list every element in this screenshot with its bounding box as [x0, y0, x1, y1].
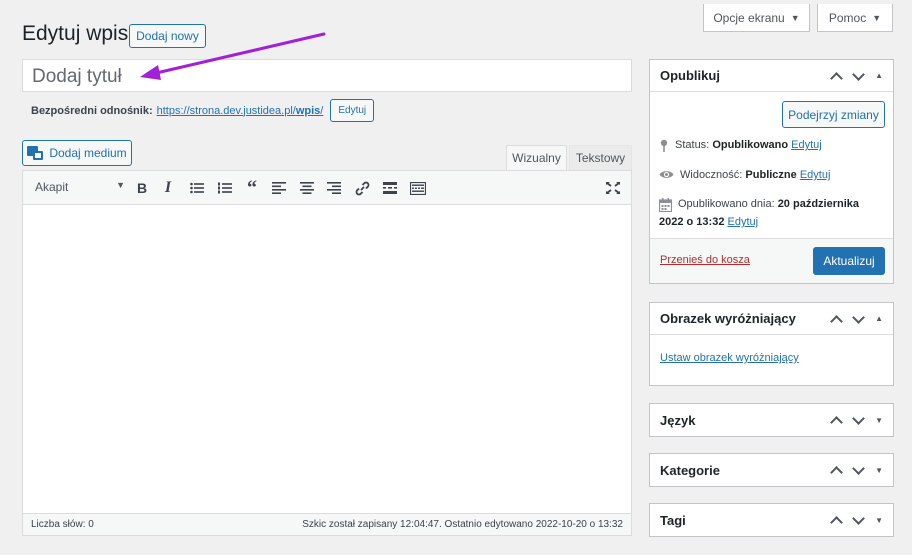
move-up-icon[interactable] [831, 314, 841, 324]
permalink-edit-button[interactable]: Edytuj [330, 99, 375, 122]
help-button[interactable]: Pomoc ▼ [817, 4, 893, 32]
move-up-icon[interactable] [831, 465, 841, 475]
read-more-icon[interactable] [381, 179, 399, 197]
page-title: Edytuj wpis [22, 22, 129, 45]
add-media-label: Dodaj medium [49, 146, 127, 160]
bold-icon[interactable]: B [133, 179, 151, 197]
format-select[interactable]: Akapit ▼ [35, 180, 125, 194]
tags-box-header[interactable]: Tagi ▼ [650, 504, 893, 536]
categories-box-header[interactable]: Kategorie ▼ [650, 454, 893, 486]
featured-image-box-header[interactable]: Obrazek wyróżniający ▲ [650, 303, 893, 335]
move-up-icon[interactable] [831, 71, 841, 81]
update-button[interactable]: Aktualizuj [813, 247, 885, 275]
editor: Akapit ▼ B I “ Liczba słów: 0 Szkic zost… [22, 170, 632, 536]
featured-image-box-title: Obrazek wyróżniający [660, 311, 796, 326]
permalink-row: Bezpośredni odnośnik: https://strona.dev… [31, 99, 375, 122]
status-edit-link[interactable]: Edytuj [791, 139, 822, 151]
publish-box-title: Opublikuj [660, 68, 720, 83]
expand-toggle-icon[interactable]: ▼ [875, 416, 883, 425]
editor-statusbar: Liczba słów: 0 Szkic został zapisany 12:… [23, 513, 631, 535]
move-down-icon[interactable] [853, 465, 863, 475]
visibility-value: Publiczne [745, 169, 797, 181]
move-to-trash-link[interactable]: Przenieś do kosza [660, 254, 750, 266]
move-down-icon[interactable] [853, 314, 863, 324]
autosave-status: Szkic został zapisany 12:04:47. Ostatnio… [302, 519, 623, 530]
align-center-icon[interactable] [298, 179, 316, 197]
publish-box-header[interactable]: Opublikuj ▲ [650, 60, 893, 92]
move-down-icon[interactable] [853, 515, 863, 525]
published-row: Opublikowano dnia: 20 października [658, 198, 889, 215]
published-label: Opublikowano dnia: [678, 198, 775, 210]
move-down-icon[interactable] [853, 415, 863, 425]
numbered-list-icon[interactable] [216, 179, 234, 197]
move-up-icon[interactable] [831, 415, 841, 425]
screen-options-label: Opcje ekranu [713, 10, 785, 25]
permalink-label: Bezpośredni odnośnik: [31, 104, 153, 117]
collapse-toggle-icon[interactable]: ▲ [875, 314, 883, 323]
tags-box: Tagi ▼ [649, 503, 894, 537]
visibility-edit-link[interactable]: Edytuj [800, 169, 831, 181]
published-row-2: 2022 o 13:32 Edytuj [659, 216, 758, 228]
published-edit-link[interactable]: Edytuj [728, 216, 759, 228]
status-value: Opublikowano [712, 139, 789, 151]
status-row: Status: Opublikowano Edytuj [659, 139, 822, 156]
format-select-value: Akapit [35, 180, 69, 194]
toolbar-toggle-icon[interactable] [409, 179, 427, 197]
preview-changes-button[interactable]: Podejrzyj zmiany [782, 101, 885, 128]
caret-down-icon: ▼ [872, 12, 882, 23]
expand-toggle-icon[interactable]: ▼ [875, 516, 883, 525]
caret-down-icon: ▼ [790, 12, 800, 23]
permalink-slug: wpis [295, 104, 321, 117]
visibility-label: Widoczność: [680, 169, 743, 181]
tags-box-title: Tagi [660, 512, 686, 528]
status-label: Status: [675, 139, 710, 151]
tab-visual[interactable]: Wizualny [506, 145, 567, 170]
expand-toggle-icon[interactable]: ▼ [875, 466, 883, 475]
eye-icon [659, 169, 674, 183]
calendar-icon [658, 198, 673, 215]
publish-actions: Przenieś do kosza Aktualizuj [649, 238, 894, 284]
fullscreen-icon[interactable] [604, 179, 622, 197]
blockquote-icon[interactable]: “ [243, 177, 261, 199]
categories-box: Kategorie ▼ [649, 453, 894, 487]
screen-options-button[interactable]: Opcje ekranu ▼ [703, 4, 810, 32]
set-featured-image-link[interactable]: Ustaw obrazek wyróżniający [660, 352, 799, 364]
language-box-title: Język [660, 412, 696, 428]
categories-box-title: Kategorie [660, 462, 720, 478]
editor-toolbar: Akapit ▼ B I “ [23, 171, 631, 205]
permalink-trail: / [320, 104, 324, 117]
post-title-input[interactable]: Dodaj tytuł [22, 59, 632, 92]
language-box-header[interactable]: Język ▼ [650, 404, 893, 436]
align-right-icon[interactable] [325, 179, 343, 197]
permalink-link[interactable]: https://strona.dev.justidea.pl/wpis/ [157, 105, 324, 117]
add-new-post-button[interactable]: Dodaj nowy [129, 24, 206, 48]
language-box: Język ▼ [649, 403, 894, 437]
link-icon[interactable] [353, 179, 371, 197]
move-up-icon[interactable] [831, 515, 841, 525]
collapse-toggle-icon[interactable]: ▲ [875, 71, 883, 80]
published-date: 20 października [777, 198, 860, 210]
tab-text[interactable]: Tekstowy [569, 145, 632, 170]
word-count: Liczba słów: 0 [31, 519, 94, 530]
media-icon [27, 146, 44, 160]
add-media-button[interactable]: Dodaj medium [22, 140, 132, 166]
visibility-row: Widoczność: Publiczne Edytuj [659, 169, 830, 183]
published-time: 2022 o 13:32 [659, 216, 725, 228]
editor-content-area[interactable] [23, 205, 631, 515]
featured-image-box: Obrazek wyróżniający ▲ Ustaw obrazek wyr… [649, 302, 894, 386]
permalink-base: https://strona.dev.justidea.pl/ [156, 104, 296, 117]
pin-icon [659, 139, 669, 156]
italic-icon[interactable]: I [159, 179, 177, 197]
align-left-icon[interactable] [270, 179, 288, 197]
bullet-list-icon[interactable] [188, 179, 206, 197]
move-down-icon[interactable] [853, 71, 863, 81]
help-label: Pomoc [828, 10, 867, 25]
caret-down-icon: ▼ [116, 180, 125, 190]
